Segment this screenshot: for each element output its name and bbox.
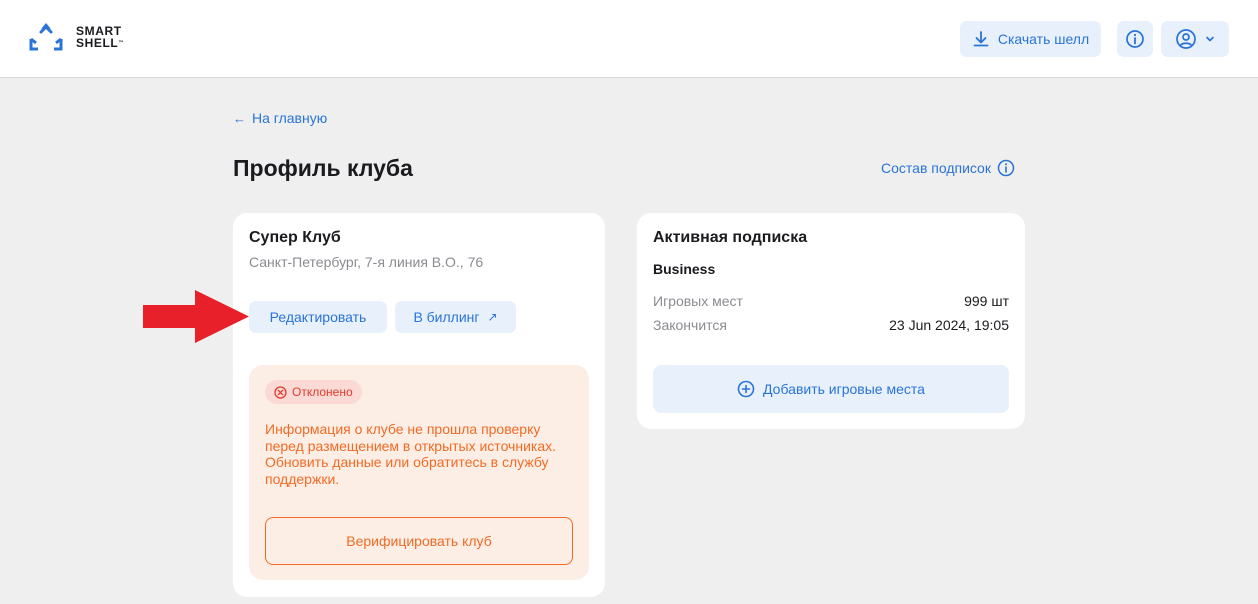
- seats-value: 999 шт: [964, 293, 1009, 309]
- billing-button-label: В биллинг: [413, 309, 480, 325]
- seats-row: Игровых мест 999 шт: [653, 293, 1009, 309]
- club-card: Супер Клуб Санкт-Петербург, 7-я линия В.…: [233, 213, 605, 597]
- logo[interactable]: SMART SHELL™: [28, 21, 124, 53]
- page-title: Профиль клуба: [233, 155, 413, 181]
- back-to-home-link[interactable]: ← На главную: [233, 110, 327, 126]
- download-icon: [973, 31, 989, 47]
- verification-alert: Отклонено Информация о клубе не прошла п…: [249, 365, 589, 580]
- logo-mark-icon: [29, 23, 63, 51]
- billing-button[interactable]: В биллинг ↗: [395, 301, 516, 333]
- logo-line2: SHELL: [76, 36, 119, 50]
- alert-message: Информация о клубе не прошла проверку пе…: [265, 421, 556, 487]
- arrow-left-icon: ←: [233, 110, 246, 126]
- verify-button-label: Верифицировать клуб: [346, 533, 492, 549]
- logo-tm: ™: [118, 40, 124, 46]
- info-button[interactable]: [1117, 21, 1153, 57]
- subscriptions-composition-link[interactable]: Состав подписок: [881, 159, 1015, 177]
- user-icon: [1176, 29, 1196, 49]
- subscription-card: Активная подписка Business Игровых мест …: [637, 213, 1025, 429]
- club-address: Санкт-Петербург, 7-я линия В.О., 76: [249, 254, 484, 270]
- seats-label: Игровых мест: [653, 293, 743, 309]
- add-seats-label: Добавить игровые места: [763, 381, 925, 397]
- club-name: Супер Клуб: [249, 229, 341, 246]
- edit-club-button[interactable]: Редактировать: [249, 301, 387, 333]
- logo-text: SMART SHELL™: [76, 25, 124, 49]
- status-badge: Отклонено: [265, 380, 362, 404]
- info-icon: [997, 159, 1015, 177]
- edit-button-label: Редактировать: [269, 309, 367, 325]
- status-badge-label: Отклонено: [292, 385, 353, 399]
- expires-value: 23 Jun 2024, 19:05: [889, 317, 1009, 333]
- subscription-title: Активная подписка: [653, 229, 808, 246]
- download-shell-button[interactable]: Скачать шелл: [960, 21, 1101, 57]
- user-menu-button[interactable]: [1161, 21, 1229, 57]
- chevron-down-icon: [1206, 36, 1214, 42]
- back-link-label: На главную: [252, 110, 328, 126]
- verify-club-button[interactable]: Верифицировать клуб: [265, 517, 573, 565]
- info-icon: [1126, 30, 1144, 48]
- add-seats-button[interactable]: Добавить игровые места: [653, 365, 1009, 413]
- subscriptions-link-label: Состав подписок: [881, 160, 991, 176]
- external-link-icon: ↗: [487, 310, 498, 324]
- subscription-plan: Business: [653, 261, 716, 277]
- plus-circle-icon: [737, 380, 755, 398]
- expires-row: Закончится 23 Jun 2024, 19:05: [653, 317, 1009, 333]
- expires-label: Закончится: [653, 317, 727, 333]
- download-shell-label: Скачать шелл: [997, 31, 1090, 47]
- top-header: SMART SHELL™ Скачать шелл: [0, 0, 1258, 78]
- rejected-icon: [274, 385, 287, 399]
- annotation-arrow-icon: [143, 290, 249, 343]
